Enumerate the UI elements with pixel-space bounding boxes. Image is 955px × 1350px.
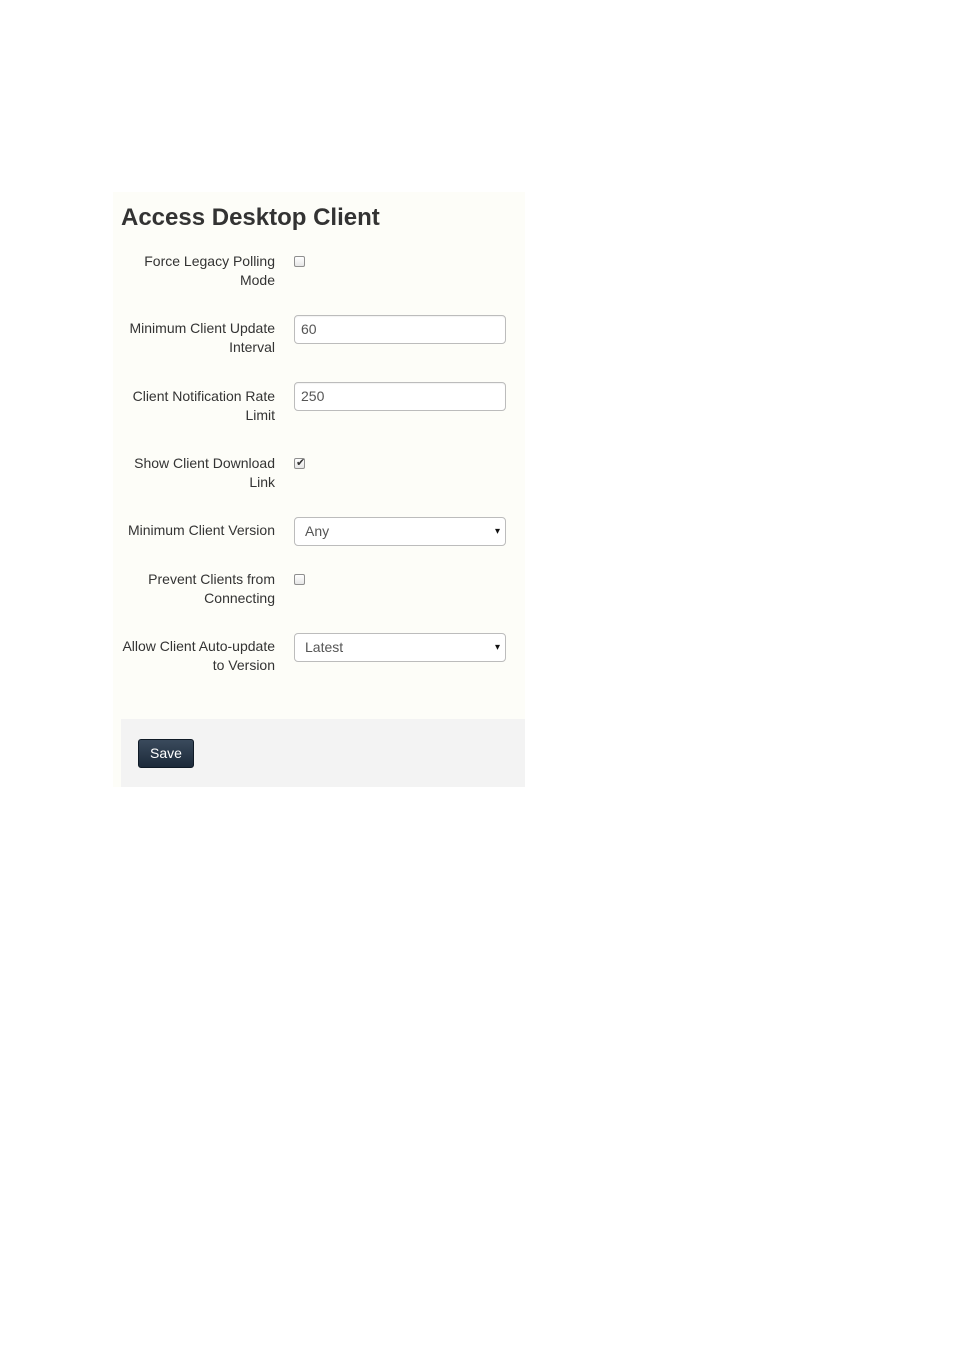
prevent-clients-connecting-checkbox[interactable] bbox=[294, 574, 305, 585]
save-button[interactable]: Save bbox=[138, 739, 194, 768]
min-client-update-interval-input[interactable]: 60 bbox=[294, 315, 506, 344]
field-label: Minimum Client Update Interval bbox=[129, 320, 276, 355]
field-label: Force Legacy Polling Mode bbox=[144, 253, 275, 288]
field-label: Show Client Download Link bbox=[134, 455, 275, 490]
field-label: Allow Client Auto-update to Version bbox=[122, 638, 275, 673]
force-legacy-polling-checkbox[interactable] bbox=[294, 256, 305, 267]
field-label: Prevent Clients from Connecting bbox=[148, 571, 275, 606]
checkmark-icon: ✔ bbox=[296, 456, 306, 469]
dropdown-arrow-icon: ▾ bbox=[494, 526, 500, 537]
field-label: Minimum Client Version bbox=[127, 522, 275, 538]
page-title: Access Desktop Client bbox=[121, 204, 380, 231]
select-value: Latest bbox=[305, 639, 344, 655]
client-notification-rate-limit-input[interactable]: 250 bbox=[294, 382, 506, 411]
show-client-download-link-checkbox[interactable]: ✔ bbox=[294, 456, 306, 469]
form-footer: Save bbox=[121, 719, 525, 787]
min-client-version-select[interactable]: Any ▾ bbox=[294, 517, 506, 546]
select-value: Any bbox=[305, 523, 330, 539]
field-label: Client Notification Rate Limit bbox=[132, 388, 275, 423]
dropdown-arrow-icon: ▾ bbox=[494, 642, 500, 653]
allow-client-auto-update-select[interactable]: Latest ▾ bbox=[294, 633, 506, 662]
access-desktop-client-panel: Access Desktop Client Force Legacy Polli… bbox=[113, 192, 525, 787]
